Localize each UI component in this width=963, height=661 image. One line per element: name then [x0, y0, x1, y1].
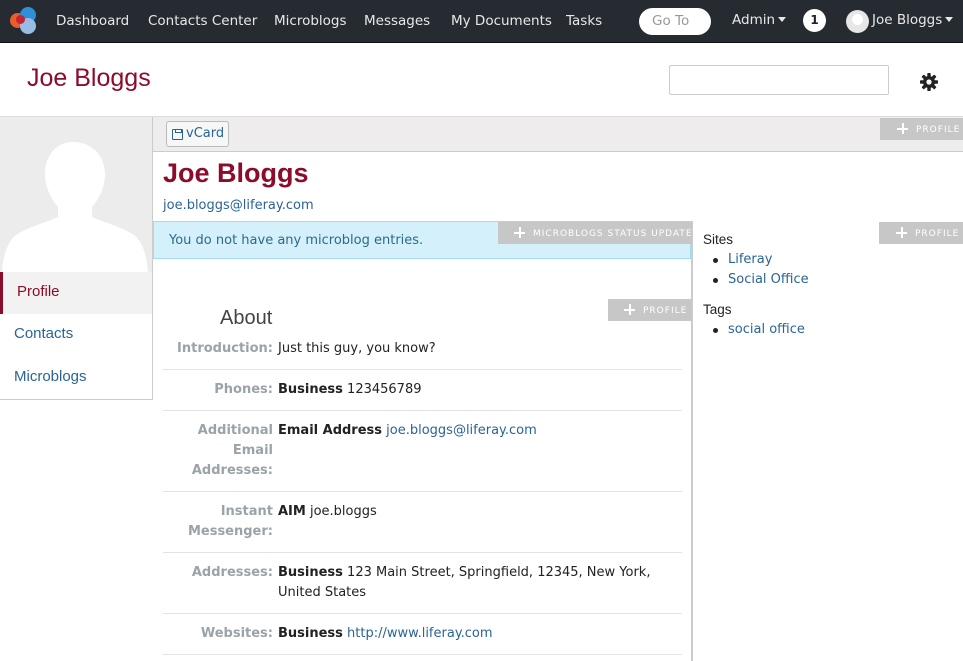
site-link-liferay[interactable]: Liferay [728, 252, 772, 267]
site-title[interactable]: Joe Bloggs [27, 64, 151, 93]
chevron-down-icon [945, 17, 954, 22]
admin-label: Admin [732, 12, 776, 28]
user-menu[interactable]: Joe Bloggs [872, 12, 954, 28]
list-item: Liferay [703, 250, 953, 270]
introduction-text: Just this guy, you know? [278, 341, 436, 356]
about-row-websites: Websites: Business http://www.liferay.co… [163, 624, 682, 655]
additional-email-link[interactable]: joe.bloggs@liferay.com [386, 423, 537, 438]
sites-list: Liferay Social Office [703, 250, 953, 290]
user-name-label: Joe Bloggs [872, 12, 943, 28]
sidebar-item-contacts[interactable]: Contacts [0, 314, 152, 356]
phone-number: 123456789 [347, 382, 422, 397]
vcard-label: vCard [186, 126, 225, 141]
nav-tasks[interactable]: Tasks [566, 13, 602, 29]
portlet-tab-label: PROFILE [643, 306, 688, 316]
save-icon [172, 129, 183, 140]
profile-email-link[interactable]: joe.bloggs@liferay.com [163, 198, 314, 213]
tags-list: social office [703, 320, 953, 340]
liferay-logo-icon[interactable] [8, 5, 38, 35]
row-label: Instant Messenger: [187, 504, 273, 539]
admin-menu[interactable]: Admin [732, 12, 787, 28]
search-input[interactable] [669, 65, 889, 95]
about-row-introduction: Introduction: Just this guy, you know? [163, 339, 682, 370]
im-type: AIM [278, 504, 306, 519]
row-value: Just this guy, you know? [278, 339, 678, 359]
tags-title: Tags [703, 302, 732, 317]
im-handle: joe.bloggs [309, 504, 377, 519]
about-row-phones: Phones: Business 123456789 [163, 380, 682, 411]
nav-dashboard[interactable]: Dashboard [56, 13, 129, 29]
sidebar-item-microblogs[interactable]: Microblogs [0, 357, 152, 399]
portlet-tab-label: MICROBLOGS STATUS UPDATE [533, 229, 693, 239]
about-row-instant-messenger: Instant Messenger: AIM joe.bloggs [163, 502, 682, 553]
about-title: About [220, 307, 273, 329]
row-value: AIM joe.bloggs [278, 502, 678, 522]
row-value: Business http://www.liferay.com [278, 624, 678, 644]
profile-name: Joe Bloggs [163, 158, 309, 188]
tag-link-social-office[interactable]: social office [728, 322, 805, 337]
row-value: Business 123456789 [278, 380, 678, 400]
gear-icon[interactable] [917, 70, 941, 94]
move-icon [514, 227, 525, 238]
nav-microblogs[interactable]: Microblogs [274, 13, 347, 29]
list-item: Social Office [703, 270, 953, 290]
row-label: Introduction: [177, 341, 273, 356]
about-row-addresses: Addresses: Business 123 Main Street, Spr… [163, 563, 682, 614]
default-portrait-icon [2, 142, 148, 272]
sites-title: Sites [703, 232, 734, 247]
chevron-down-icon [778, 17, 787, 22]
portlet-move-handle-profile-top[interactable]: PROFILE [880, 118, 963, 140]
list-item: social office [703, 320, 953, 340]
move-icon [897, 123, 908, 134]
address-type: Business [278, 565, 343, 580]
vcard-button[interactable]: vCard [166, 121, 229, 147]
row-label: Phones: [214, 382, 273, 397]
dockbar: Dashboard Contacts Center Microblogs Mes… [0, 0, 963, 43]
site-link-social-office[interactable]: Social Office [728, 272, 809, 287]
goto-input[interactable]: Go To [639, 8, 711, 35]
nav-messages[interactable]: Messages [364, 13, 430, 29]
email-type: Email Address [278, 423, 383, 438]
website-link[interactable]: http://www.liferay.com [347, 626, 493, 641]
portlet-tab-label: PROFILE [916, 125, 961, 135]
portlet-move-handle-about[interactable]: PROFILE [608, 299, 692, 321]
website-type: Business [278, 626, 343, 641]
row-value: Email Address joe.bloggs@liferay.com [278, 421, 678, 441]
row-value: Business 123 Main Street, Springfield, 1… [278, 563, 658, 603]
right-column: Sites Liferay Social Office Tags social … [703, 232, 953, 352]
about-row-additional-emails: Additional Email Addresses: Email Addres… [163, 421, 682, 492]
portlet-move-handle-microblogs[interactable]: MICROBLOGS STATUS UPDATE [498, 222, 692, 244]
sidebar-item-profile[interactable]: Profile [0, 272, 152, 314]
profile-sidebar: Profile Contacts Microblogs [0, 117, 153, 400]
move-icon [624, 304, 635, 315]
nav-my-documents[interactable]: My Documents [451, 13, 552, 29]
user-portrait [0, 117, 152, 272]
nav-contacts-center[interactable]: Contacts Center [148, 13, 257, 29]
row-label: Additional Email Addresses: [191, 423, 273, 478]
notification-badge[interactable]: 1 [803, 9, 826, 32]
profile-toolbar: vCard [153, 117, 963, 152]
user-avatar[interactable] [846, 10, 869, 33]
row-label: Addresses: [191, 565, 273, 580]
row-label: Websites: [200, 626, 273, 641]
phone-type: Business [278, 382, 343, 397]
